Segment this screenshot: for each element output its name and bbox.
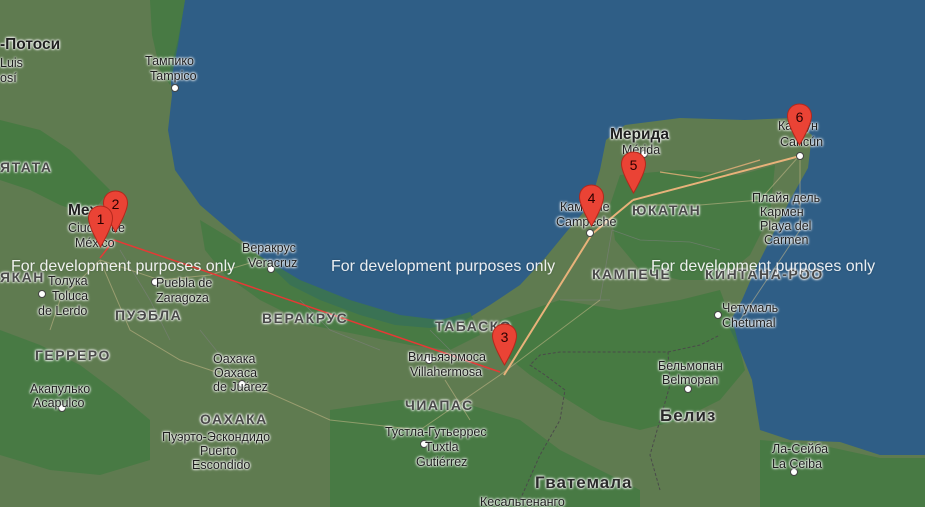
label-de-juarez: de Juárez (213, 380, 268, 394)
label-oaxaca-city: Oaxaca (214, 366, 258, 380)
label-state-oaxaca: ОАХАКА (200, 411, 268, 427)
watermark-left: For development purposes only (11, 258, 236, 275)
marker-label: 6 (795, 109, 804, 125)
marker-label: 5 (629, 157, 638, 173)
label-potosi: osí (0, 71, 17, 85)
label-playa-2: Carmen (764, 233, 809, 247)
map-marker-1[interactable]: 1 (87, 205, 114, 248)
label-playa-ru-1: Плайя дель (752, 191, 821, 205)
chetumal-dot (714, 311, 722, 319)
marker-label: 4 (587, 190, 596, 206)
label-toluca: Toluca (52, 289, 89, 303)
label-tampico: Tampico (150, 69, 197, 83)
label-state-chiapas: ЧИАПАС (405, 397, 474, 413)
label-zaragoza: Zaragoza (156, 291, 209, 305)
label-veracruz: Veracruz (248, 256, 298, 270)
label-state-veracruz: ВЕРАКРУС (262, 310, 349, 326)
map-marker-4[interactable]: 4 (578, 184, 605, 227)
map-view[interactable]: -Потоси Luis osí Тампико Tampico ЯТАТА М… (0, 0, 925, 507)
watermark-right: For development purposes only (651, 258, 876, 275)
label-merida-ru: Мерида (610, 126, 669, 143)
label-la-ceiba-ru: Ла-Сейба (772, 442, 829, 456)
map-marker-3[interactable]: 3 (491, 323, 518, 366)
label-escondido: Escondido (192, 458, 251, 472)
marker-label: 3 (500, 329, 509, 345)
map-marker-5[interactable]: 5 (620, 151, 647, 194)
label-puerto-ru: Пуэрто-Эскондидо (162, 430, 271, 444)
label-chetumal: Chetumal (722, 316, 776, 330)
label-villahermosa: Villahermosa (410, 365, 483, 379)
tampico-dot (171, 84, 179, 92)
label-san-luis-potosi: -Потоси (0, 36, 61, 53)
label-veracruz-ru: Веракрус (242, 241, 296, 255)
toluca-dot (38, 290, 46, 298)
marker-label: 1 (96, 211, 105, 227)
label-toluca-ru: Толука (48, 274, 88, 288)
label-oaxaca-ru: Оахака (213, 352, 256, 366)
label-belmopan: Belmopan (662, 373, 719, 387)
cancun-dot (796, 152, 804, 160)
label-belmopan-ru: Бельмопан (658, 359, 723, 373)
label-acapulco-ru: Акапулько (30, 382, 91, 396)
label-tampico-ru: Тампико (145, 54, 194, 68)
label-acapulco: Acapulco (33, 396, 85, 410)
watermark-center: For development purposes only (331, 258, 556, 275)
label-tuxtla-ru: Тустла-Гутьеррес (385, 425, 487, 439)
label-de-lerdo: de Lerdo (38, 304, 88, 318)
label-state-upper: ЯТАТА (0, 159, 53, 175)
label-state-guerrero: ГЕРРЕРО (35, 347, 111, 363)
label-villahermosa-ru: Вильяэрмоса (408, 350, 486, 364)
label-guatemala: Гватемала (535, 473, 633, 492)
label-la-ceiba: La Ceiba (772, 457, 823, 471)
label-playa-1: Playa del (760, 219, 812, 233)
campeche-dot (586, 229, 594, 237)
label-tuxtla: Tuxtla (425, 440, 459, 454)
label-chetumal-ru: Четумаль (722, 301, 779, 315)
label-san-luis: Luis (0, 56, 23, 70)
label-puebla-city: Puebla de (156, 276, 213, 290)
label-playa-ru-2: Кармен (760, 205, 804, 219)
label-state-puebla: ПУЭБЛА (115, 307, 183, 323)
label-quetzaltenango: Кесальтенанго (480, 495, 565, 507)
map-marker-6[interactable]: 6 (786, 103, 813, 146)
label-puerto: Puerto (200, 444, 237, 458)
label-gutierrez: Gutiérrez (416, 455, 468, 469)
label-state-yucatan: ЮКАТАН (632, 202, 702, 218)
label-belize: Белиз (660, 406, 717, 425)
